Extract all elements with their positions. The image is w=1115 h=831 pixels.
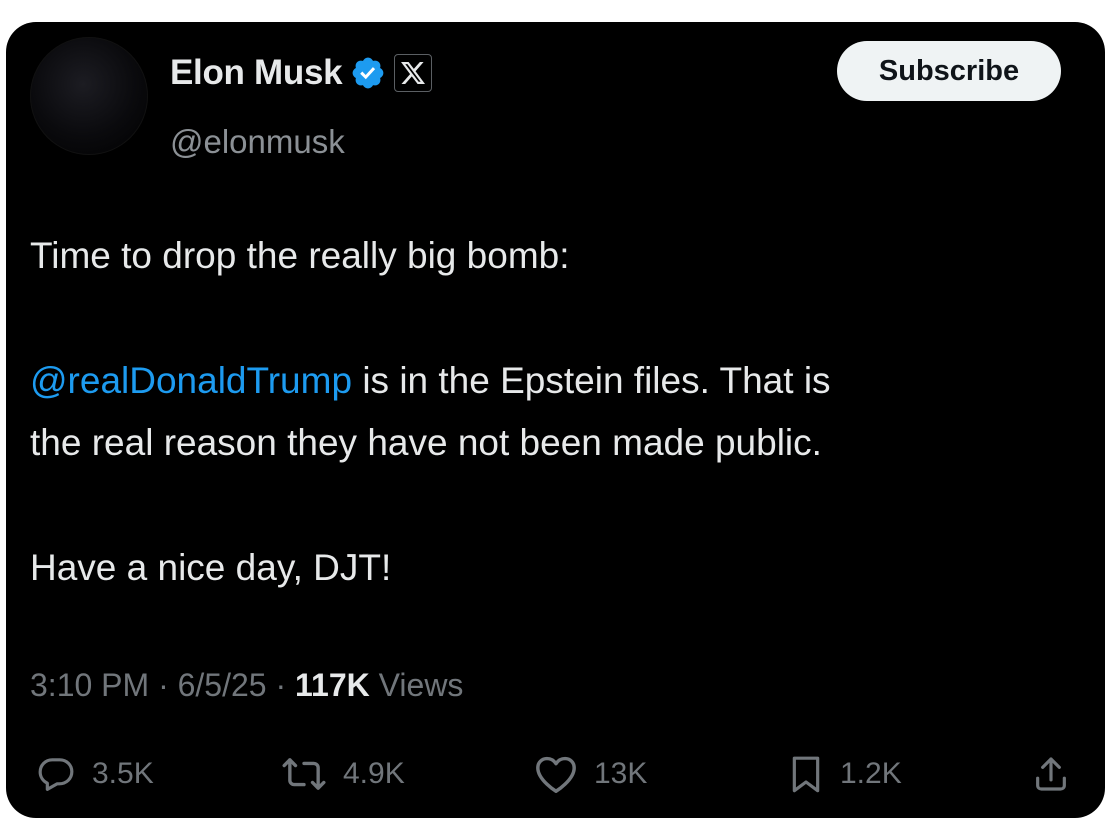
heart-icon [534, 754, 578, 794]
tweet-text-line-2: @realDonaldTrump is in the Epstein files… [30, 350, 831, 412]
bookmark-button[interactable]: 1.2K [788, 744, 902, 804]
tweet-meta: 3:10 PM · 6/5/25 · 117K Views [30, 667, 463, 704]
repost-button[interactable]: 4.9K [281, 744, 405, 804]
page-top-edge [0, 0, 1115, 22]
author-name-row: Elon Musk [170, 50, 433, 96]
tweet-time[interactable]: 3:10 PM [30, 667, 149, 703]
tweet-text-line-2-rest: is in the Epstein files. That is [352, 360, 831, 401]
tweet-text-line-3: the real reason they have not been made … [30, 422, 822, 463]
repost-icon [281, 754, 327, 794]
tweet-card: Elon Musk @elonmusk Subscribe Time to dr… [6, 22, 1105, 818]
tweet-text-line-4: Have a nice day, DJT! [30, 547, 392, 588]
like-button[interactable]: 13K [534, 744, 647, 804]
author-handle[interactable]: @elonmusk [170, 123, 345, 161]
avatar[interactable] [30, 37, 148, 155]
meta-separator: · [149, 667, 178, 703]
tweet-date[interactable]: 6/5/25 [178, 667, 267, 703]
tweet-text-line-1: Time to drop the really big bomb: [30, 235, 570, 276]
reply-button[interactable]: 3.5K [36, 744, 154, 804]
like-count: 13K [594, 757, 648, 790]
subscribe-button[interactable]: Subscribe [837, 41, 1061, 101]
share-button[interactable] [1031, 744, 1071, 804]
mention-link[interactable]: @realDonaldTrump [30, 360, 352, 401]
bookmark-icon [788, 754, 824, 794]
reply-count: 3.5K [92, 757, 154, 790]
action-bar: 3.5K 4.9K 13K 1.2K [6, 744, 1105, 804]
x-logo-icon[interactable] [394, 54, 433, 92]
bookmark-count: 1.2K [840, 757, 902, 790]
share-icon [1031, 754, 1071, 794]
meta-separator: · [266, 667, 296, 703]
reply-icon [36, 754, 76, 794]
author-display-name[interactable]: Elon Musk [170, 53, 343, 93]
views-label: Views [369, 667, 464, 703]
repost-count: 4.9K [343, 757, 405, 790]
verified-badge-icon [350, 55, 386, 91]
views-count: 117K [295, 667, 370, 703]
